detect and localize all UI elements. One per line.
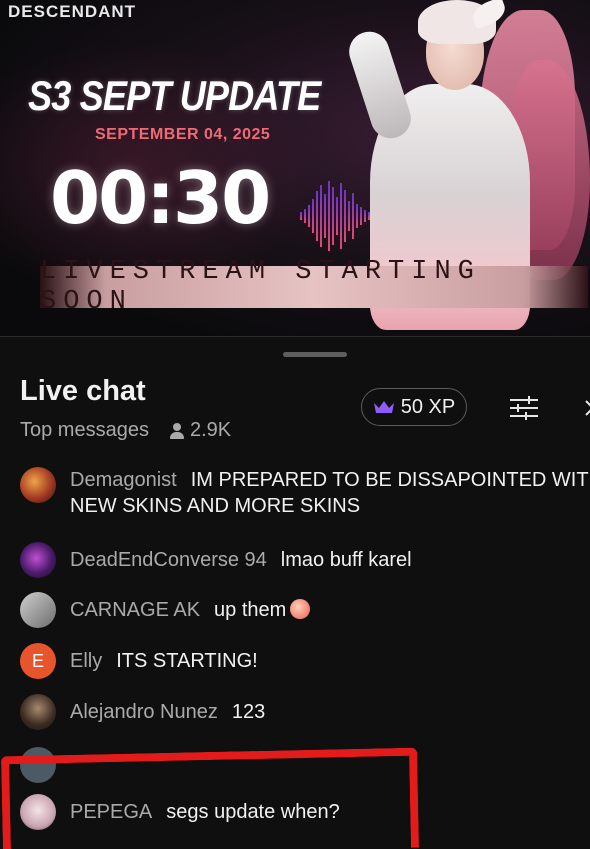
message-text: up them bbox=[214, 599, 287, 621]
avatar[interactable] bbox=[20, 467, 56, 503]
message-author[interactable]: DeadEndConverse 94 bbox=[70, 549, 267, 571]
waveform-bar bbox=[300, 212, 302, 220]
waveform-bar bbox=[312, 199, 314, 233]
waveform-bar bbox=[328, 181, 330, 251]
waveform-bar bbox=[320, 185, 322, 247]
message-author[interactable]: Elly bbox=[70, 650, 102, 672]
top-messages-filter[interactable]: Top messages bbox=[20, 419, 149, 442]
waveform-bar bbox=[308, 205, 310, 227]
message-text: segs update when? bbox=[166, 801, 340, 823]
person-icon bbox=[169, 422, 185, 439]
waveform-bar bbox=[324, 194, 326, 238]
message-author[interactable]: Alejandro Nunez bbox=[70, 701, 218, 723]
message-text: lmao buff karel bbox=[280, 549, 412, 571]
message-text: 123 bbox=[231, 701, 266, 723]
viewer-count: 2.9K bbox=[189, 419, 232, 441]
avatar-letter: E bbox=[31, 650, 44, 671]
peach-emoji-icon bbox=[290, 599, 311, 619]
waveform-bar bbox=[356, 204, 358, 228]
avatar[interactable] bbox=[20, 747, 56, 783]
waveform-bar bbox=[316, 191, 318, 241]
xp-button[interactable]: 50 XP bbox=[361, 388, 467, 426]
waveform-bar bbox=[348, 201, 350, 231]
crown-icon bbox=[373, 401, 394, 413]
avatar[interactable] bbox=[20, 794, 56, 830]
message-author[interactable]: Demagonist bbox=[70, 469, 177, 491]
waveform-bar bbox=[304, 209, 306, 223]
waveform-bar bbox=[340, 183, 342, 249]
brand-logo: DESCENDANT bbox=[8, 2, 137, 21]
message-text: ITS STARTING! bbox=[116, 650, 258, 672]
message-author[interactable]: PEPEGA bbox=[70, 801, 152, 823]
livestream-banner: LIVESTREAM STARTING SOON bbox=[40, 257, 588, 317]
chat-message-list[interactable]: Demagonist IM PREPARED TO BE DISSAPOINTED… bbox=[0, 447, 590, 849]
waveform-bar bbox=[336, 197, 338, 235]
chat-filter-row[interactable]: Top messages 2.9K bbox=[20, 419, 231, 442]
avatar[interactable] bbox=[20, 694, 56, 730]
message-author[interactable]: CARNAGE AK bbox=[70, 599, 200, 621]
update-title: S3 SEPT UPDATE bbox=[28, 72, 321, 119]
live-chat-panel: Live chat Top messages 2.9K 50 XP Demago… bbox=[0, 336, 590, 849]
list-item: Demagonist IM PREPARED TO BE DISSAPOINTED… bbox=[0, 467, 590, 527]
avatar[interactable] bbox=[20, 592, 56, 628]
waveform-bar bbox=[344, 190, 346, 242]
chat-title: Live chat bbox=[20, 375, 146, 407]
livestream-status: LIVESTREAM STARTING SOON bbox=[40, 257, 481, 317]
close-icon[interactable] bbox=[580, 393, 590, 423]
avatar[interactable]: E bbox=[20, 643, 56, 679]
xp-label: 50 XP bbox=[400, 395, 456, 418]
waveform-bar bbox=[332, 187, 334, 245]
avatar[interactable] bbox=[20, 542, 56, 578]
waveform-bar bbox=[352, 193, 354, 239]
video-player[interactable]: DESCENDANT S3 SEPT UPDATE SEPTEMBER 04, … bbox=[0, 0, 590, 336]
settings-sliders-icon[interactable] bbox=[507, 393, 541, 423]
drag-handle[interactable] bbox=[283, 352, 347, 357]
update-date: SEPTEMBER 04, 2025 bbox=[95, 126, 271, 143]
countdown-timer: 00:30 bbox=[50, 156, 271, 240]
